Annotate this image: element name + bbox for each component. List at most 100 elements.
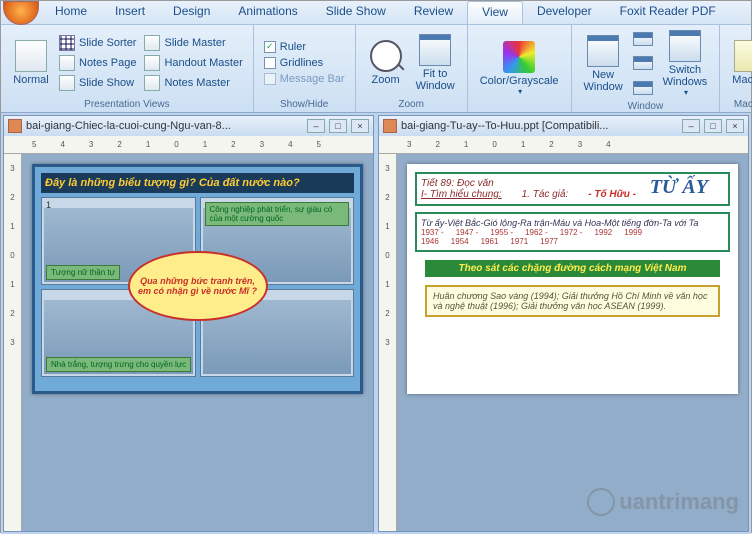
- ruler-tick: 4: [60, 140, 64, 149]
- group-window: New Window Switch Windows▾ Window: [572, 25, 721, 112]
- lesson-title: TỪ ẤY: [650, 176, 708, 199]
- ruler-tick: 2: [10, 193, 14, 202]
- group-show-hide: ✓Ruler Gridlines Message Bar Show/Hide: [254, 25, 356, 112]
- tab-view[interactable]: View: [467, 1, 523, 24]
- arrange-all-button[interactable]: [629, 31, 657, 47]
- tab-design[interactable]: Design: [159, 1, 224, 24]
- group-title-macros: Macros: [726, 97, 752, 110]
- tab-foxit[interactable]: Foxit Reader PDF: [606, 1, 730, 24]
- group-zoom: Zoom Fit to Window Zoom: [356, 25, 468, 112]
- group-presentation-views: Normal Slide Sorter Notes Page Slide Sho…: [1, 25, 254, 112]
- group-color: Color/Grayscale▾: [468, 25, 572, 112]
- notes-page-button[interactable]: Notes Page: [55, 54, 140, 72]
- ruler-checkbox[interactable]: ✓Ruler: [260, 40, 349, 54]
- macros-label: Macros: [732, 74, 752, 86]
- close-button[interactable]: ×: [726, 119, 744, 133]
- messagebar-checkbox[interactable]: Message Bar: [260, 72, 349, 86]
- slide-sorter-label: Slide Sorter: [79, 37, 136, 49]
- fit-label: Fit to Window: [416, 68, 455, 92]
- slide-area-left[interactable]: Đây là những biểu tượng gì? Của đất nước…: [22, 154, 373, 531]
- ruler-tick: 1: [146, 140, 150, 149]
- handout-master-icon: [144, 55, 160, 71]
- maximize-button[interactable]: □: [704, 119, 722, 133]
- ruler-vertical-right: 3210123: [379, 154, 397, 531]
- ruler-tick: 1: [385, 222, 389, 231]
- tab-review[interactable]: Review: [400, 1, 467, 24]
- switch-windows-button[interactable]: Switch Windows▾: [657, 28, 714, 99]
- ruler-tick: 2: [435, 140, 439, 149]
- ruler-tick: 4: [288, 140, 292, 149]
- zoom-button[interactable]: Zoom: [362, 28, 410, 97]
- ruler-horizontal-left: 54321012345: [4, 136, 373, 154]
- slide-area-right[interactable]: Tiết 89: Đọc văn TỪ ẤY I- Tìm hiểu chung…: [397, 154, 748, 531]
- banner: Theo sát các chặng đường cách mạng Việt …: [425, 260, 720, 277]
- speech-bubble: Qua những bức tranh trên, em có nhận gì …: [128, 251, 268, 321]
- ribbon-tabs: Home Insert Design Animations Slide Show…: [1, 1, 751, 25]
- pane-titlebar-left: bai-giang-Chiec-la-cuoi-cung-Ngu-van-8..…: [4, 116, 373, 136]
- year: 1962 -: [525, 228, 548, 237]
- document-pane-right: bai-giang-Tu-ay--To-Huu.ppt [Compatibili…: [378, 115, 749, 532]
- fit-window-button[interactable]: Fit to Window: [410, 28, 461, 97]
- close-button[interactable]: ×: [351, 119, 369, 133]
- group-title-showhide: Show/Hide: [260, 97, 349, 110]
- color-label: Color/Grayscale: [480, 75, 559, 87]
- ruler-tick: 3: [10, 338, 14, 347]
- year: 1992: [594, 228, 612, 237]
- ruler-tick: 2: [231, 140, 235, 149]
- cascade-icon: [633, 56, 653, 70]
- workspace: bai-giang-Chiec-la-cuoi-cung-Ngu-van-8..…: [1, 113, 751, 534]
- ruler-tick: 3: [385, 338, 389, 347]
- tab-insert[interactable]: Insert: [101, 1, 159, 24]
- ruler-horizontal-right: 32101234: [379, 136, 748, 154]
- normal-button[interactable]: Normal: [7, 28, 55, 97]
- ruler-tick: 1: [385, 280, 389, 289]
- slide-master-button[interactable]: Slide Master: [140, 34, 246, 52]
- sub1: I- Tìm hiểu chung:: [421, 189, 502, 200]
- pane-title-right: bai-giang-Tu-ay--To-Huu.ppt [Compatibili…: [401, 120, 608, 132]
- tab-home[interactable]: Home: [41, 1, 101, 24]
- move-split-button[interactable]: [629, 80, 657, 96]
- ruler-tick: 2: [385, 309, 389, 318]
- slide-show-label: Slide Show: [79, 77, 134, 89]
- checkbox-icon: [264, 73, 276, 85]
- cascade-button[interactable]: [629, 55, 657, 71]
- ruler-tick: 0: [174, 140, 178, 149]
- gridlines-checkbox[interactable]: Gridlines: [260, 56, 349, 70]
- ruler-tick: 3: [10, 164, 14, 173]
- ruler-tick: 2: [549, 140, 553, 149]
- slide-left[interactable]: Đây là những biểu tượng gì? Của đất nước…: [32, 164, 363, 394]
- notes-master-icon: [144, 75, 160, 91]
- slide-right[interactable]: Tiết 89: Đọc văn TỪ ẤY I- Tìm hiểu chung…: [407, 164, 738, 394]
- new-window-button[interactable]: New Window: [578, 28, 629, 99]
- slide-show-button[interactable]: Slide Show: [55, 74, 140, 92]
- awards-box: Huân chương Sao vàng (1994); Giải thưởng…: [425, 285, 720, 317]
- gridlines-label: Gridlines: [280, 57, 323, 69]
- fit-window-icon: [419, 34, 451, 66]
- ruler-tick: 3: [89, 140, 93, 149]
- group-title-color: [474, 108, 565, 110]
- minimize-button[interactable]: –: [307, 119, 325, 133]
- slide-sorter-button[interactable]: Slide Sorter: [55, 34, 140, 52]
- group-title-zoom: Zoom: [362, 97, 461, 110]
- tab-animations[interactable]: Animations: [224, 1, 311, 24]
- year: 1946: [421, 237, 439, 246]
- tab-developer[interactable]: Developer: [523, 1, 606, 24]
- tab-slideshow[interactable]: Slide Show: [312, 1, 400, 24]
- handout-master-button[interactable]: Handout Master: [140, 54, 246, 72]
- macros-icon: [734, 40, 752, 72]
- year: 1955 -: [490, 228, 513, 237]
- ruler-tick: 1: [10, 280, 14, 289]
- ruler-tick: 2: [117, 140, 121, 149]
- color-icon: [503, 41, 535, 73]
- notes-master-button[interactable]: Notes Master: [140, 74, 246, 92]
- group-title-views: Presentation Views: [7, 97, 247, 110]
- year: 1977: [540, 237, 558, 246]
- macros-button[interactable]: Macros: [726, 28, 752, 97]
- color-grayscale-button[interactable]: Color/Grayscale▾: [474, 28, 565, 108]
- minimize-button[interactable]: –: [682, 119, 700, 133]
- maximize-button[interactable]: □: [329, 119, 347, 133]
- normal-icon: [15, 40, 47, 72]
- notes-master-label: Notes Master: [164, 77, 229, 89]
- zoom-icon: [370, 40, 402, 72]
- pane-title-left: bai-giang-Chiec-la-cuoi-cung-Ngu-van-8..…: [26, 120, 231, 132]
